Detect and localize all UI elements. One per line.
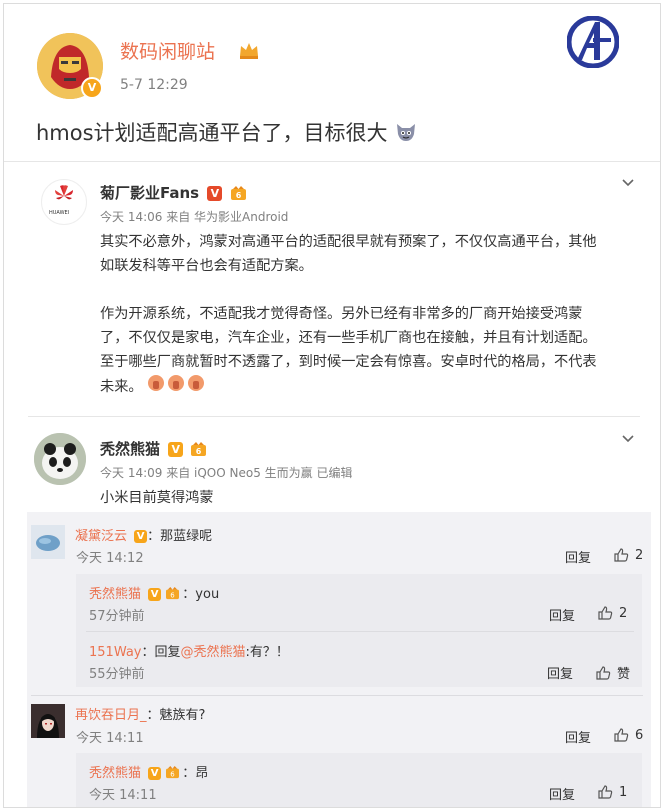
vip-badge-icon: 6 [190,442,207,457]
reply-author-name[interactable]: 秃然熊猫 [89,766,141,781]
reply-divider [31,695,643,696]
reply-line: 秃然熊猫 V 6 ：昂 [89,762,208,781]
comment-meta: 今天 14:09 来自 iQOO Neo5 生而为赢 已编辑 [100,466,353,480]
comment-body: 其实不必意外，鸿蒙对高通平台的适配很早就有预案了，不仅仅高通平台，其他 如联发科… [100,230,640,400]
comment-line-text: 未来。 [100,379,143,395]
reply-author-name[interactable]: 凝黛泛云 [75,529,127,544]
reply-text: ：魅族有? [146,708,206,723]
reply-text-prefix: ：回复 [141,645,181,660]
reply-author-name[interactable]: 秃然熊猫 [89,587,141,602]
comment-line: 作为开源系统，不适配我才觉得奇怪。另外已经有非常多的厂商开始接受鸿蒙 [100,306,583,322]
svg-text:6: 6 [196,447,202,456]
like-button[interactable]: 1 [597,784,627,800]
reply-time: 今天 14:12 [76,551,144,566]
comment-meta: 今天 14:06 来自 华为影业Android [100,210,289,224]
reply-button[interactable]: 回复 [547,663,573,682]
comment-avatar[interactable] [41,179,87,225]
comment-body: 小米目前莫得鸿蒙 [100,490,214,506]
vip-badge-icon: 6 [230,186,247,201]
tom-cat-emoji-icon [394,120,418,149]
reply-line: 凝黛泛云 V ：那蓝绿呢 [75,525,212,544]
thumbs-up-icon [596,665,611,680]
reply-avatar[interactable] [31,525,65,559]
like-count: 赞 [617,667,631,682]
verified-v-icon: V [207,186,223,201]
comment-avatar-label: HUAWEI [49,210,70,216]
mention-link[interactable]: @秃然熊猫 [181,645,246,660]
svg-text:6: 6 [171,591,175,599]
post-divider [4,161,660,162]
comment-author: 菊厂影业Fans V 6 [100,182,247,203]
like-button[interactable]: 2 [597,605,627,621]
verified-badge-icon: V [81,77,103,99]
verified-v-icon: V [168,442,184,457]
comment-avatar[interactable] [34,433,86,485]
post-time: 5-7 12:29 [120,77,188,93]
reply-avatar[interactable] [31,704,65,738]
like-button[interactable]: 6 [613,727,643,743]
avengers-logo [566,15,620,72]
post-text: hmos计划适配高通平台了，目标很大 [36,117,418,149]
thumbs-up-icon [614,548,629,562]
verified-v-icon: V [148,588,162,601]
like-button[interactable]: 赞 [595,663,630,682]
like-count: 1 [619,784,628,800]
vip-badge-icon: 6 [165,587,182,602]
comment-line-last: 未来。 [100,374,640,400]
comment-line: 了，不仅仅是家电，汽车企业，还有一些手机厂商也在接触，并且有计划适配。 [100,330,597,346]
reply-text: ：you [182,587,220,602]
reply-text-suffix: :有？！ [245,645,289,660]
reply-button[interactable]: 回复 [565,547,591,566]
reply-button[interactable]: 回复 [549,784,575,803]
svg-text:6: 6 [171,770,175,778]
like-button[interactable]: 2 [613,547,643,563]
reply-time: 今天 14:11 [89,788,157,803]
reply-text: ：昂 [182,766,209,781]
reply-line: 秃然熊猫 V 6 ：you [89,583,219,602]
reply-line: 151Way：回复@秃然熊猫:有？！ [89,641,289,660]
comment-line [100,278,640,302]
comment-author-name[interactable]: 秃然熊猫 [100,440,160,458]
comment-author-name[interactable]: 菊厂影业Fans [100,184,199,202]
thumbs-up-icon [614,728,629,742]
pray-emoji-icon [147,374,207,400]
nested-divider [86,631,634,632]
post-author-name[interactable]: 数码闲聊站 [120,37,215,64]
crown-icon [238,40,260,64]
reply-text: ：那蓝绿呢 [147,529,213,544]
comment-divider [28,416,640,417]
comment-line: 其实不必意外，鸿蒙对高通平台的适配很早就有预案了，不仅仅高通平台，其他 [100,234,597,250]
comment-author: 秃然熊猫 V 6 [100,438,207,459]
reply-time: 57分钟前 [89,609,145,624]
reply-author-name[interactable]: 151Way [89,645,142,660]
reply-time: 今天 14:11 [76,731,144,746]
like-count: 6 [635,727,644,743]
comment-line: 至于哪些厂商就暂时不透露了，到时候一定会有惊喜。安卓时代的格局，不代表 [100,354,597,370]
chevron-down-icon[interactable] [621,431,635,450]
post-text-content: hmos计划适配高通平台了，目标很大 [36,121,388,145]
thumbs-up-icon [598,785,613,799]
comment-line: 如联发科等平台也会有适配方案。 [100,258,313,274]
reply-button[interactable]: 回复 [565,727,591,746]
like-count: 2 [635,547,644,563]
reply-button[interactable]: 回复 [549,605,575,624]
weibo-post-card: V 数码闲聊站 5-7 12:29 hmos计划适配高通平台了，目标很大 HUA… [3,3,661,808]
verified-v-icon: V [148,767,162,780]
reply-line: 再饮吞日月_：魅族有? [75,704,205,723]
verified-v-icon: V [134,530,148,543]
chevron-down-icon[interactable] [621,175,635,194]
svg-text:6: 6 [235,191,241,200]
vip-badge-icon: 6 [165,766,182,781]
reply-time: 55分钟前 [89,667,145,682]
thumbs-up-icon [598,606,613,620]
reply-author-name[interactable]: 再饮吞日月_ [75,708,147,723]
like-count: 2 [619,605,628,621]
